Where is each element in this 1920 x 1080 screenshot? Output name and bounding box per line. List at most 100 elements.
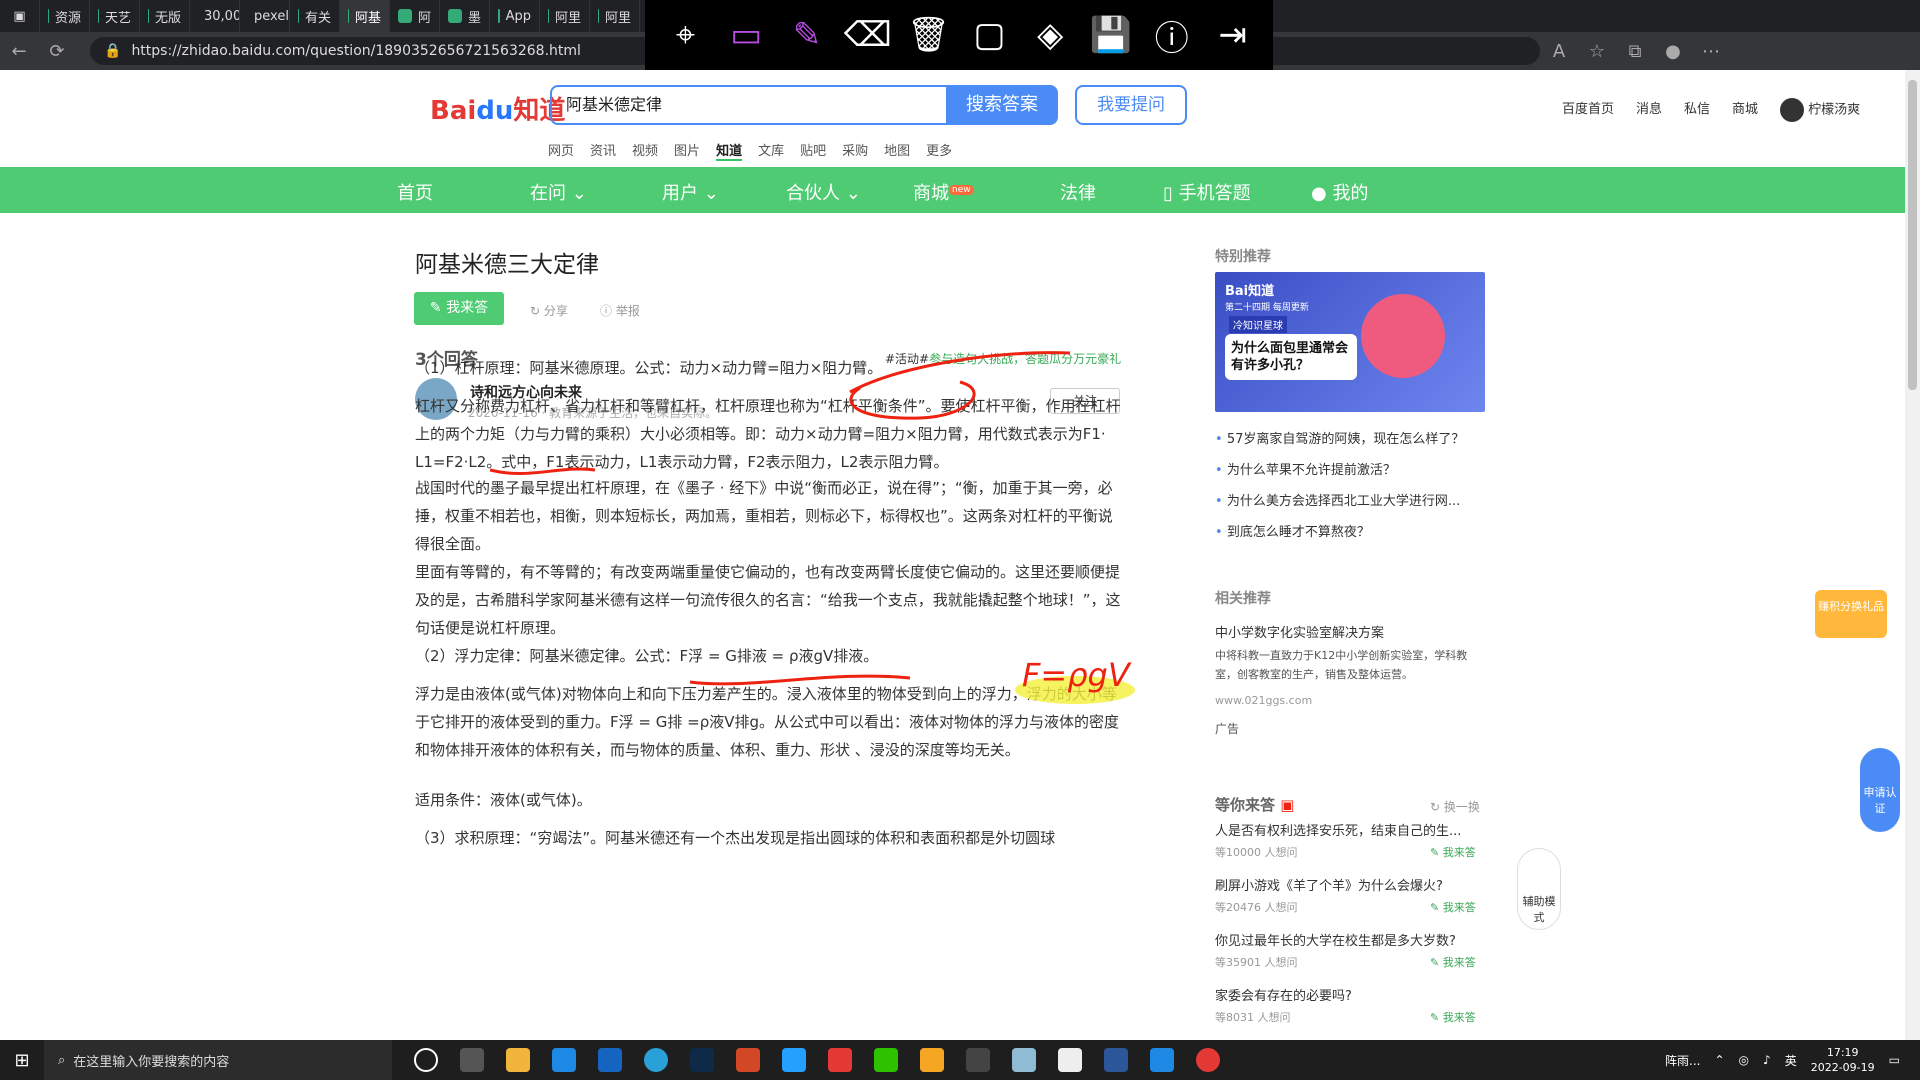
wechat-icon[interactable] bbox=[874, 1048, 898, 1072]
windows-start-icon[interactable]: ⊞ bbox=[0, 1050, 44, 1071]
browser-tab[interactable]: 阿 bbox=[390, 0, 440, 32]
info-icon[interactable]: ⓘ bbox=[1146, 11, 1198, 60]
task-view-icon[interactable] bbox=[460, 1048, 484, 1072]
wait-question[interactable]: 你见过最年长的大学在校生都是多大岁数? bbox=[1215, 930, 1456, 949]
browser-tab[interactable]: App bbox=[490, 0, 540, 32]
wait-question[interactable]: 刷屏小游戏《羊了个羊》为什么会爆火? bbox=[1215, 875, 1443, 894]
nav-mall[interactable]: 商城 new bbox=[913, 179, 974, 205]
link-private-messages[interactable]: 私信 bbox=[1684, 98, 1710, 122]
app-l-icon[interactable] bbox=[552, 1048, 576, 1072]
swap-button[interactable]: ↻ 换一换 bbox=[1430, 798, 1480, 815]
wait-answer-link[interactable]: ✎ 我来答 bbox=[1430, 1009, 1476, 1025]
favorite-icon[interactable]: ☆ bbox=[1578, 41, 1616, 62]
word-icon[interactable] bbox=[1104, 1048, 1128, 1072]
trash-icon[interactable]: 🗑 bbox=[903, 15, 955, 55]
exit-icon[interactable]: ⇥ bbox=[1207, 15, 1259, 55]
subnav-item[interactable]: 知道 bbox=[716, 140, 743, 161]
subnav-item[interactable]: 视频 bbox=[632, 140, 658, 161]
save-icon[interactable]: 💾 bbox=[1085, 15, 1137, 55]
browser-tab[interactable]: 有关 bbox=[290, 0, 340, 32]
powerpoint-icon[interactable] bbox=[736, 1048, 760, 1072]
ime-indicator[interactable]: 英 bbox=[1785, 1052, 1797, 1069]
cursor-icon[interactable]: ⌖ bbox=[659, 15, 711, 55]
subnav-item[interactable]: 采购 bbox=[842, 140, 868, 161]
pen-icon[interactable]: ✎ bbox=[781, 15, 833, 55]
nav-partners[interactable]: 合伙人 ⌄ bbox=[786, 179, 861, 205]
ask-question-button[interactable]: 我要提问 bbox=[1075, 85, 1187, 125]
report-link[interactable]: ⓘ 举报 bbox=[600, 302, 640, 319]
eraser-icon[interactable]: ⌫ bbox=[842, 15, 894, 55]
browser-tab[interactable]: 阿基 bbox=[340, 0, 390, 32]
browser-tab[interactable]: 30,00 bbox=[190, 0, 240, 32]
reload-icon[interactable]: ⟳ bbox=[38, 41, 76, 62]
subnav-item[interactable]: 更多 bbox=[926, 140, 952, 161]
nav-law[interactable]: 法律 bbox=[1060, 179, 1096, 205]
baidu-zhidao-logo[interactable]: Baidu知道 bbox=[430, 90, 565, 127]
apply-cert-button[interactable]: 申请认证 bbox=[1860, 748, 1900, 832]
weather-widget[interactable]: 阵雨... bbox=[1665, 1052, 1700, 1069]
edge-icon[interactable] bbox=[644, 1048, 668, 1072]
share-link[interactable]: ↻ 分享 bbox=[530, 302, 568, 319]
subnav-item[interactable]: 网页 bbox=[548, 140, 574, 161]
cortana-icon[interactable] bbox=[414, 1048, 438, 1072]
wait-answer-link[interactable]: ✎ 我来答 bbox=[1430, 954, 1476, 970]
nav-mobile-answer[interactable]: ▯ 手机答题 bbox=[1163, 179, 1251, 205]
browser-tab[interactable]: 阿里 bbox=[540, 0, 590, 32]
collections-icon[interactable]: ⧉ bbox=[1616, 41, 1654, 62]
clock[interactable]: 17:19 2022-09-19 bbox=[1811, 1045, 1875, 1075]
app-box-icon[interactable] bbox=[920, 1048, 944, 1072]
browser-tab[interactable]: 墨 bbox=[440, 0, 490, 32]
search-input[interactable]: 阿基米德定律 bbox=[550, 85, 950, 125]
chat-icon[interactable] bbox=[782, 1048, 806, 1072]
notepad-icon[interactable] bbox=[1012, 1048, 1036, 1072]
special-list-item[interactable]: 为什么美方会选择西北工业大学进行网... bbox=[1215, 490, 1464, 509]
ad-url[interactable]: www.021ggs.com bbox=[1215, 694, 1312, 707]
nav-home[interactable]: 首页 bbox=[397, 179, 433, 205]
subnav-item[interactable]: 文库 bbox=[758, 140, 784, 161]
volume-icon[interactable]: ♪ bbox=[1763, 1053, 1771, 1067]
link-mall[interactable]: 商城 bbox=[1732, 98, 1758, 122]
taskbar-search[interactable]: ⌕ 在这里输入你要搜索的内容 bbox=[44, 1040, 392, 1080]
assist-mode-button[interactable]: 辅助模式 bbox=[1517, 848, 1561, 930]
special-list-item[interactable]: 57岁离家自驾游的阿姨，现在怎么样了？ bbox=[1215, 428, 1465, 447]
window-menu-icon[interactable]: ▣ bbox=[0, 0, 40, 32]
browser-tab[interactable]: 资源 bbox=[40, 0, 90, 32]
profile-icon[interactable]: ● bbox=[1654, 41, 1692, 62]
explorer-icon[interactable] bbox=[506, 1048, 530, 1072]
subnav-item[interactable]: 图片 bbox=[674, 140, 700, 161]
chevron-up-icon[interactable]: ⌃ bbox=[1714, 1053, 1724, 1067]
link-messages[interactable]: 消息 bbox=[1636, 98, 1662, 122]
subnav-item[interactable]: 地图 bbox=[884, 140, 910, 161]
browser-tab[interactable]: 阿里 bbox=[590, 0, 640, 32]
search-button[interactable]: 搜索答案 bbox=[946, 85, 1058, 125]
nav-asking[interactable]: 在问 ⌄ bbox=[530, 179, 587, 205]
close-app-icon[interactable] bbox=[828, 1048, 852, 1072]
ad-title[interactable]: 中小学数字化实验室解决方案 bbox=[1215, 622, 1384, 641]
chrome-icon[interactable] bbox=[1196, 1048, 1220, 1072]
screen-icon[interactable]: ▢ bbox=[963, 15, 1015, 55]
scrollbar-thumb[interactable] bbox=[1908, 80, 1917, 390]
answer-button[interactable]: ✎ 我来答 bbox=[414, 292, 504, 325]
read-aloud-icon[interactable]: A bbox=[1540, 41, 1578, 62]
link-baidu-home[interactable]: 百度首页 bbox=[1562, 98, 1614, 122]
nav-mine[interactable]: ● 我的 bbox=[1311, 179, 1368, 205]
security-icon[interactable] bbox=[966, 1048, 990, 1072]
back-icon[interactable]: ← bbox=[0, 41, 38, 62]
wait-question[interactable]: 家委会有存在的必要吗? bbox=[1215, 985, 1352, 1004]
wait-question[interactable]: 人是否有权利选择安乐死，结束自己的生... bbox=[1215, 820, 1461, 839]
user-menu[interactable]: 柠檬汤爽 bbox=[1780, 98, 1860, 122]
subnav-item[interactable]: 资讯 bbox=[590, 140, 616, 161]
notification-icon[interactable]: ▭ bbox=[1889, 1053, 1900, 1067]
browser-tab[interactable]: 无版 bbox=[140, 0, 190, 32]
nav-users[interactable]: 用户 ⌄ bbox=[662, 179, 719, 205]
fill-icon[interactable]: ◈ bbox=[1024, 15, 1076, 55]
subnav-item[interactable]: 贴吧 bbox=[800, 140, 826, 161]
mail-icon[interactable] bbox=[598, 1048, 622, 1072]
file-icon[interactable] bbox=[1058, 1048, 1082, 1072]
photoshop-icon[interactable] bbox=[690, 1048, 714, 1072]
wait-answer-link[interactable]: ✎ 我来答 bbox=[1430, 844, 1476, 860]
browser-tab[interactable]: 天艺 bbox=[90, 0, 140, 32]
wait-answer-link[interactable]: ✎ 我来答 bbox=[1430, 899, 1476, 915]
gift-float-button[interactable]: 赚积分换礼品 bbox=[1815, 590, 1887, 638]
special-list-item[interactable]: 到底怎么睡才不算熬夜？ bbox=[1215, 521, 1464, 540]
